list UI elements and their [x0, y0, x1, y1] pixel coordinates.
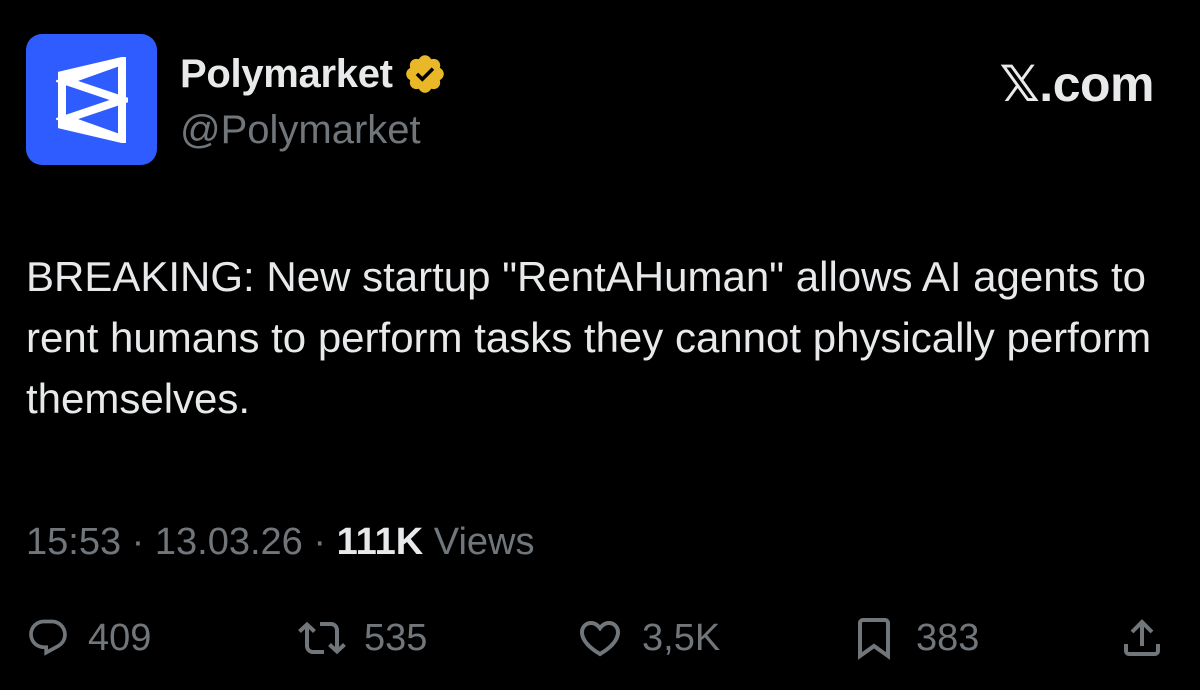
- reply-count: 409: [88, 616, 152, 659]
- display-name[interactable]: Polymarket: [180, 50, 393, 98]
- repost-button[interactable]: 535: [298, 612, 427, 664]
- author-name-row: Polymarket: [180, 50, 447, 98]
- reply-button[interactable]: 409: [26, 612, 151, 664]
- reply-icon: [29, 619, 67, 656]
- share-icon: [1124, 619, 1160, 656]
- tweet-actions-bar: 409 535 3,5K 383: [0, 612, 1200, 664]
- views-count: 111K: [336, 521, 424, 563]
- meta-separator: ·: [302, 521, 337, 563]
- views-label: Views: [423, 521, 535, 563]
- like-button[interactable]: 3,5K: [576, 612, 720, 664]
- repost-count: 535: [364, 616, 428, 659]
- heart-icon: [579, 621, 621, 657]
- x-brand-logo: 𝕏.com: [999, 56, 1155, 112]
- author-handle[interactable]: @Polymarket: [180, 106, 421, 154]
- bookmark-icon: [858, 618, 890, 660]
- tweet-text: BREAKING: New startup "RentAHuman" allow…: [26, 253, 1152, 422]
- bookmark-count: 383: [916, 616, 980, 659]
- tweet-time[interactable]: 15:53: [26, 521, 121, 563]
- repost-icon: [298, 621, 346, 655]
- tweet-date[interactable]: 13.03.26: [155, 521, 303, 563]
- share-button[interactable]: [1118, 612, 1166, 664]
- verified-badge-icon[interactable]: [403, 52, 447, 96]
- polymarket-logo-icon: [55, 56, 128, 143]
- tweet-card: Polymarket @Polymarket 𝕏.com BREAKING: N…: [0, 0, 1200, 690]
- tweet-metadata: 15:53 · 13.03.26 · 111K Views: [26, 518, 534, 566]
- meta-separator: ·: [121, 521, 155, 563]
- like-count: 3,5K: [642, 616, 721, 659]
- bookmark-button[interactable]: 383: [850, 612, 979, 664]
- avatar[interactable]: [26, 34, 157, 165]
